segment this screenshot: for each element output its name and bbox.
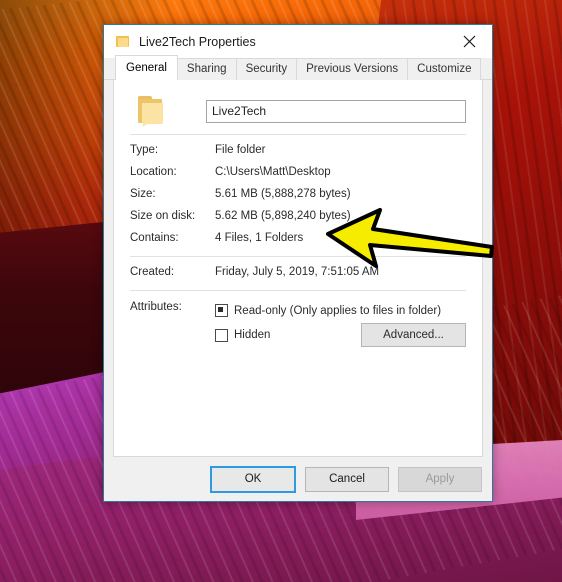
- folder-name-input[interactable]: Live2Tech: [206, 99, 466, 123]
- properties-dialog: Live2Tech Properties General Sharing Sec…: [103, 24, 493, 502]
- property-value: C:\Users\Matt\Desktop: [215, 166, 331, 178]
- property-label: Type:: [130, 144, 159, 156]
- hidden-label: Hidden: [234, 329, 271, 341]
- readonly-checkbox-row[interactable]: Read-only (Only applies to files in fold…: [215, 300, 466, 321]
- close-icon[interactable]: [447, 25, 492, 58]
- ok-button[interactable]: OK: [210, 465, 296, 493]
- tab-customize[interactable]: Customize: [407, 58, 482, 80]
- readonly-checkbox[interactable]: [215, 304, 228, 317]
- property-row-size-on-disk: Size on disk: 5.62 MB (5,898,240 bytes): [114, 205, 482, 227]
- property-row-size: Size: 5.61 MB (5,888,278 bytes): [114, 183, 482, 205]
- folder-icon: [138, 96, 172, 127]
- property-row-location: Location: C:\Users\Matt\Desktop: [114, 161, 482, 183]
- property-label: Contains:: [130, 232, 179, 244]
- property-label: Size:: [130, 188, 156, 200]
- properties-list: Type: File folder Location: C:\Users\Mat…: [114, 135, 482, 249]
- tab-previous-versions[interactable]: Previous Versions: [296, 58, 409, 80]
- tab-sharing[interactable]: Sharing: [176, 58, 237, 80]
- property-value: 5.61 MB (5,888,278 bytes): [215, 188, 351, 200]
- cancel-button[interactable]: Cancel: [305, 466, 389, 492]
- general-tab-page: Live2Tech Type: File folder Location: C:…: [113, 80, 483, 457]
- dialog-title: Live2Tech Properties: [139, 34, 256, 49]
- dialog-footer: OK Cancel Apply: [104, 457, 492, 501]
- dialog-titlebar[interactable]: Live2Tech Properties: [104, 25, 492, 58]
- tab-security[interactable]: Security: [235, 58, 298, 80]
- folder-name-row: Live2Tech: [114, 80, 482, 134]
- property-row-created: Created: Friday, July 5, 2019, 7:51:05 A…: [114, 261, 482, 283]
- hidden-checkbox-row[interactable]: Hidden: [215, 325, 270, 346]
- property-value: File folder: [215, 144, 266, 156]
- readonly-label: Read-only (Only applies to files in fold…: [234, 304, 442, 317]
- property-value: 4 Files, 1 Folders: [215, 232, 304, 244]
- attributes-section: Attributes: Read-only (Only applies to f…: [114, 300, 482, 347]
- tab-general[interactable]: General: [115, 55, 178, 80]
- property-value: Friday, July 5, 2019, 7:51:05 AM: [215, 266, 380, 278]
- property-label: Location:: [130, 166, 177, 178]
- hidden-checkbox[interactable]: [215, 328, 228, 342]
- created-section: Created: Friday, July 5, 2019, 7:51:05 A…: [114, 257, 482, 283]
- tab-strip: General Sharing Security Previous Versio…: [104, 55, 492, 80]
- attributes-label: Attributes:: [130, 301, 182, 313]
- property-row-type: Type: File folder: [114, 139, 482, 161]
- folder-icon: [116, 35, 130, 49]
- property-row-contains: Contains: 4 Files, 1 Folders: [114, 227, 482, 249]
- property-label: Created:: [130, 266, 175, 278]
- property-label: Size on disk:: [130, 210, 196, 222]
- advanced-button[interactable]: Advanced...: [361, 323, 466, 347]
- divider: [130, 290, 466, 291]
- apply-button: Apply: [398, 466, 482, 492]
- property-value: 5.62 MB (5,898,240 bytes): [215, 210, 351, 222]
